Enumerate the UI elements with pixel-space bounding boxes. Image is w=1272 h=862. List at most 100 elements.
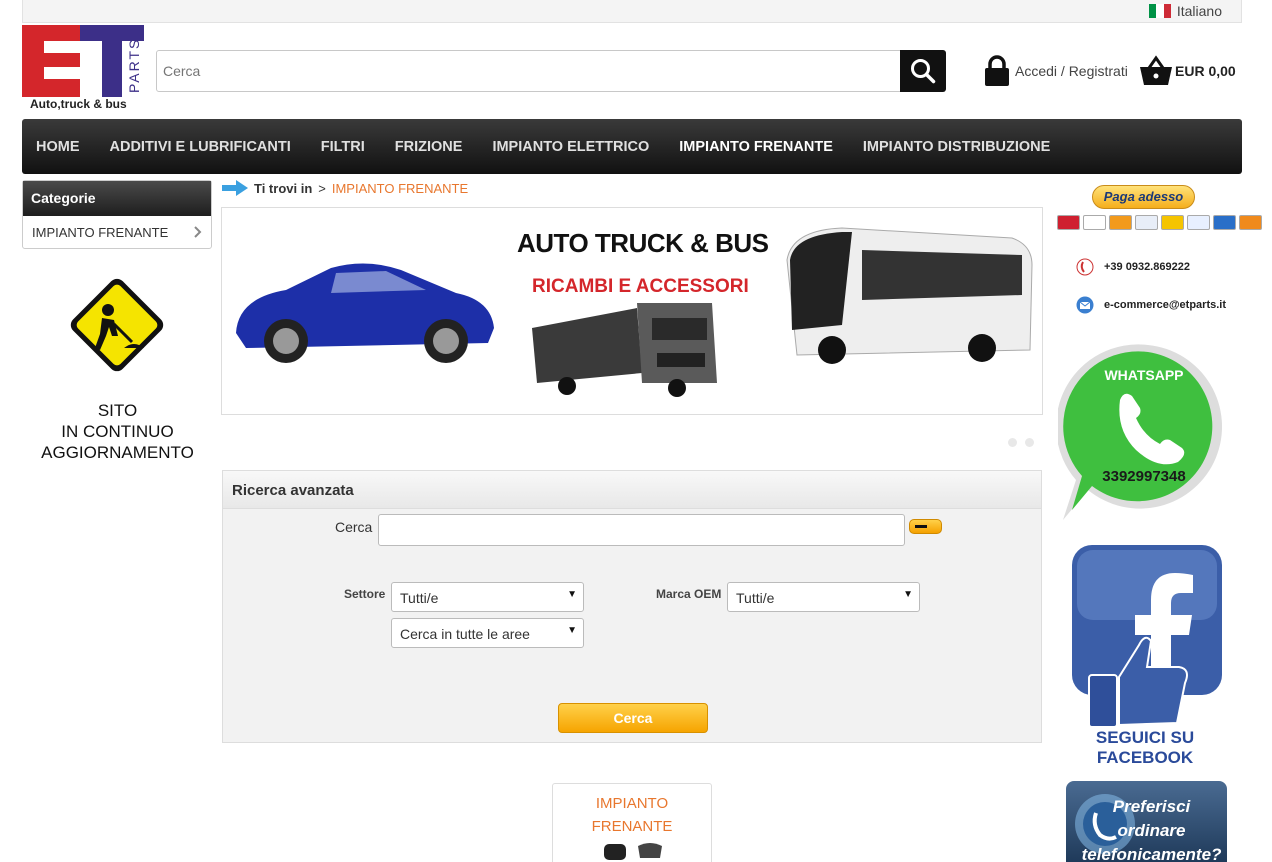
logo-shape [80, 41, 102, 97]
site-logo[interactable]: PARTS Auto,truck & bus [22, 25, 147, 113]
search-button[interactable] [900, 50, 946, 92]
advanced-search-input[interactable] [378, 514, 905, 546]
nav-item-home[interactable]: HOME [36, 139, 80, 155]
area-select-value: Cerca in tutte le aree [400, 626, 530, 642]
sports-car-image [236, 263, 494, 363]
sidebar-item-label[interactable]: IMPIANTO FRENANTE [32, 225, 168, 240]
collapse-button[interactable] [909, 519, 942, 534]
phone-order-line: ordinare [1117, 821, 1186, 840]
facebook-text: SEGUICI SU FACEBOOK [1071, 728, 1219, 768]
construction-sign-icon [70, 278, 164, 372]
logo-parts-text: PARTS [126, 38, 142, 93]
nav-item-impianto-frenante[interactable]: IMPIANTO FRENANTE [679, 139, 833, 155]
top-bar: Italiano [22, 0, 1242, 23]
chevron-right-icon [194, 226, 202, 238]
basket-icon [1140, 55, 1172, 85]
search-icon [911, 59, 936, 84]
slider-dot[interactable] [1008, 438, 1017, 447]
minus-icon [915, 525, 927, 528]
category-tile-label[interactable]: IMPIANTO FRENANTE [553, 792, 711, 838]
paypal-button[interactable]: Paga adesso [1092, 185, 1195, 209]
dropdown-arrow-icon: ▼ [567, 589, 577, 600]
phone-order-text: Preferisci ordinare telefonicamente? [1076, 795, 1227, 862]
dropdown-arrow-icon: ▼ [567, 625, 577, 636]
lock-icon [985, 55, 1009, 86]
sector-label: Settore [344, 587, 386, 601]
facebook-badge[interactable]: SEGUICI SU FACEBOOK [1071, 545, 1223, 770]
card-icon [1187, 215, 1210, 230]
phone-order-banner[interactable]: Preferisci ordinare telefonicamente? [1066, 781, 1227, 862]
cart-link[interactable]: EUR 0,00 [1139, 55, 1236, 87]
sector-select-value: Tutti/e [400, 590, 439, 606]
maestro-card-icon [1057, 215, 1080, 230]
brand-select[interactable]: Tutti/e ▼ [727, 582, 920, 612]
facebook-text-line: FACEBOOK [1096, 748, 1194, 767]
mastercard-icon [1109, 215, 1132, 230]
breadcrumb-current: IMPIANTO FRENANTE [331, 180, 469, 196]
visa-card-icon [1083, 215, 1106, 230]
brake-parts-image [604, 843, 662, 860]
paypal-card-icon [1135, 215, 1158, 230]
italy-flag-icon [1148, 4, 1171, 18]
svg-text:PARTS: PARTS [126, 38, 142, 93]
advanced-search-panel: Ricerca avanzata Cerca Settore Tutti/e ▼… [222, 470, 1042, 743]
construction-line: SITO [97, 401, 138, 420]
main-nav: HOME ADDITIVI E LUBRIFICANTI FILTRI FRIZ… [22, 119, 1242, 174]
payment-cards [1057, 215, 1262, 230]
brand-select-value: Tutti/e [736, 590, 775, 606]
facebook-like-icon [1072, 545, 1222, 728]
logo-letter-e [22, 25, 86, 97]
hero-banner[interactable]: AUTO TRUCK & BUS RICAMBI E ACCESSORI [221, 207, 1043, 415]
phone-icon [1076, 258, 1094, 276]
whatsapp-badge[interactable]: WHATSAPP 3392997348 [1056, 340, 1238, 525]
phone-order-line: Preferisci [1112, 797, 1191, 816]
facebook-text-line: SEGUICI SU [1095, 728, 1195, 747]
whatsapp-number[interactable]: 3392997348 [1058, 468, 1230, 485]
area-select[interactable]: Cerca in tutte le aree ▼ [391, 618, 584, 648]
construction-line: AGGIORNAMENTO [41, 443, 194, 462]
sidebar-item-impianto-frenante[interactable]: IMPIANTO FRENANTE [23, 216, 211, 248]
phone-contact[interactable]: +39 0932.869222 [1076, 258, 1190, 276]
banner-title: AUTO TRUCK & BUS [517, 228, 769, 258]
sector-select[interactable]: Tutti/e ▼ [391, 582, 584, 612]
phone-number[interactable]: +39 0932.869222 [1104, 261, 1190, 273]
nav-item-additivi-lubrificanti[interactable]: ADDITIVI E LUBRIFICANTI [110, 139, 291, 155]
brand-label: Marca OEM [656, 587, 722, 601]
whatsapp-title: WHATSAPP [1104, 367, 1184, 383]
search-input[interactable] [156, 50, 902, 92]
advanced-search-submit-button[interactable]: Cerca [558, 703, 708, 733]
categories-header: Categorie [23, 181, 211, 216]
search-label: Cerca [335, 519, 373, 535]
breadcrumb-separator: > [318, 180, 326, 196]
login-label[interactable]: Accedi / Registrati [1015, 63, 1128, 79]
email-address[interactable]: e-commerce@etparts.it [1104, 299, 1226, 311]
banner-subtitle: RICAMBI E ACCESSORI [532, 276, 749, 297]
login-link[interactable]: Accedi / Registrati [983, 55, 1128, 87]
construction-text: SITO IN CONTINUO AGGIORNAMENTO [30, 400, 205, 463]
language-label[interactable]: Italiano [1177, 3, 1222, 19]
nav-item-impianto-elettrico[interactable]: IMPIANTO ELETTRICO [492, 139, 649, 155]
category-tile[interactable]: IMPIANTO FRENANTE [552, 783, 712, 862]
logo-tagline: Auto,truck & bus [30, 97, 127, 111]
phone-order-line: telefonicamente? [1081, 845, 1222, 862]
truck-image [532, 303, 717, 397]
dropdown-arrow-icon: ▼ [903, 589, 913, 600]
email-icon [1076, 296, 1094, 314]
breadcrumb-prefix: Ti trovi in [254, 180, 313, 196]
amex-card-icon [1213, 215, 1236, 230]
email-contact[interactable]: e-commerce@etparts.it [1076, 296, 1226, 314]
categories-panel: Categorie IMPIANTO FRENANTE [22, 180, 212, 249]
under-construction-badge: SITO IN CONTINUO AGGIORNAMENTO [30, 262, 205, 462]
language-selector[interactable]: Italiano [1148, 3, 1222, 19]
construction-line: IN CONTINUO [61, 422, 174, 441]
slider-dot[interactable] [1025, 438, 1034, 447]
nav-item-frizione[interactable]: FRIZIONE [395, 139, 463, 155]
advanced-search-title: Ricerca avanzata [223, 471, 1041, 509]
cart-total[interactable]: EUR 0,00 [1175, 63, 1236, 79]
nav-item-impianto-distribuzione[interactable]: IMPIANTO DISTRIBUZIONE [863, 139, 1050, 155]
breadcrumb: Ti trovi in > IMPIANTO FRENANTE [222, 180, 468, 196]
slider-dots[interactable] [1008, 438, 1034, 447]
bus-image [786, 227, 1033, 364]
nav-item-filtri[interactable]: FILTRI [321, 139, 365, 155]
arrow-right-icon [222, 180, 248, 196]
